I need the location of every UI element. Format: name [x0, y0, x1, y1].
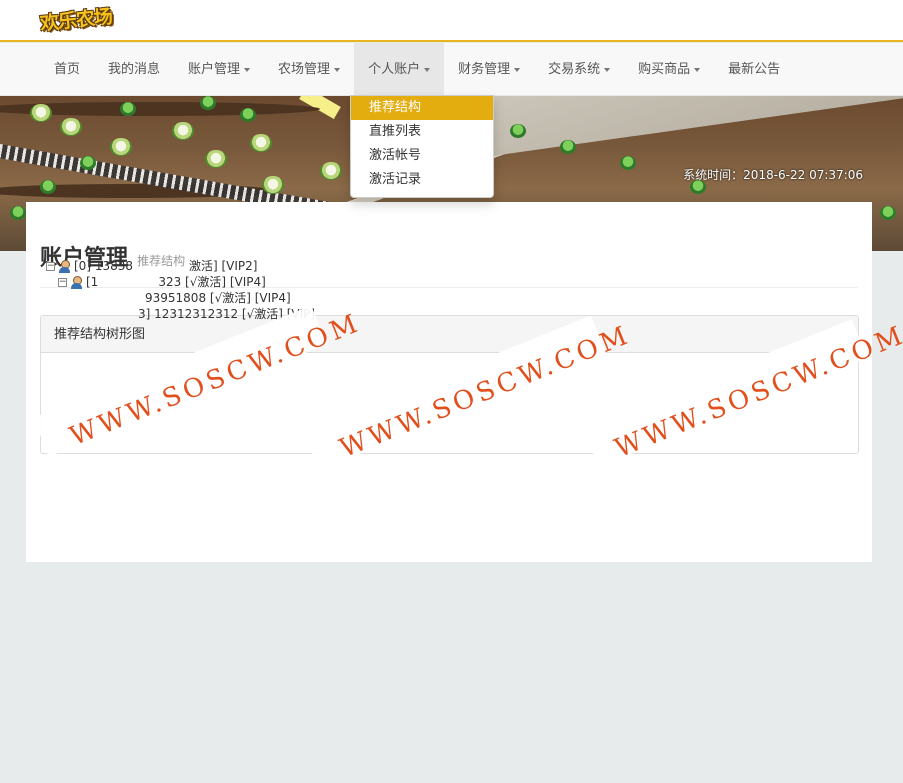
- nav-item-announcements[interactable]: 最新公告: [714, 43, 794, 96]
- referral-tree: − [0] 13838 激活] [VIP2] − [1 323 [√激活] [V…: [46, 258, 315, 322]
- nav-item-label: 我的消息: [108, 62, 161, 77]
- caret-down-icon: [244, 67, 251, 72]
- tree-node[interactable]: 93951808 [√激活] [VIP4]: [46, 290, 315, 306]
- tree-node[interactable]: − [1 323 [√激活] [VIP4]: [46, 274, 315, 290]
- caret-down-icon: [514, 67, 521, 72]
- plant-icon: [560, 140, 576, 154]
- nav-item-label: 财务管理: [458, 62, 511, 77]
- plant-icon: [880, 206, 896, 220]
- cabbage-icon: [250, 134, 272, 152]
- dropdown-item-activation-records[interactable]: 激活记录: [351, 168, 493, 192]
- tree-node[interactable]: − [0] 13838 激活] [VIP2]: [46, 258, 315, 274]
- plant-icon: [200, 96, 216, 110]
- nav-item-label: 农场管理: [278, 62, 331, 77]
- nav-item-buy-goods[interactable]: 购买商品: [624, 43, 714, 96]
- nav-item-label: 个人账户: [368, 62, 421, 77]
- plant-icon: [10, 206, 26, 220]
- dropdown-item-referral-structure[interactable]: 推荐结构: [351, 96, 493, 120]
- caret-down-icon: [694, 67, 701, 72]
- cabbage-icon: [262, 176, 284, 194]
- collapse-icon[interactable]: −: [46, 261, 55, 271]
- plant-icon: [120, 102, 136, 116]
- user-icon: [58, 259, 71, 273]
- system-time: 系统时间：2018-6-22 07:37:06: [683, 168, 863, 182]
- top-header: 欢乐农场: [0, 0, 903, 42]
- tree-node-label: [0] 13838: [74, 259, 133, 273]
- cabbage-icon: [320, 162, 342, 180]
- plant-icon: [240, 108, 256, 122]
- nav-item-home[interactable]: 首页: [40, 43, 94, 96]
- plant-icon: [620, 156, 636, 170]
- nav-item-label: 最新公告: [728, 62, 781, 77]
- tree-node-label: [1: [86, 275, 99, 289]
- user-icon: [70, 275, 83, 289]
- caret-down-icon: [334, 67, 341, 72]
- nav-item-label: 账户管理: [188, 62, 241, 77]
- nav-item-personal-account[interactable]: 个人账户: [354, 43, 445, 96]
- nav-item-trading[interactable]: 交易系统: [534, 43, 624, 96]
- site-logo[interactable]: 欢乐农场: [39, 4, 120, 36]
- caret-down-icon: [424, 67, 431, 72]
- nav-item-finance[interactable]: 财务管理: [444, 43, 534, 96]
- main-navbar: 首页 我的消息 账户管理 农场管理 个人账户 财务管理 交易系统 购买商品 最新…: [0, 43, 903, 96]
- nav-item-label: 交易系统: [548, 62, 601, 77]
- nav-item-farm-management[interactable]: 农场管理: [264, 43, 354, 96]
- cabbage-icon: [172, 122, 194, 140]
- nav-item-messages[interactable]: 我的消息: [94, 43, 174, 96]
- collapse-icon[interactable]: −: [58, 277, 67, 287]
- plant-icon: [40, 180, 56, 194]
- nav-item-label: 首页: [54, 62, 81, 77]
- tree-node-status: 323 [√激活] [VIP4]: [158, 275, 266, 289]
- plant-icon: [510, 124, 526, 138]
- nav-item-label: 购买商品: [638, 62, 691, 77]
- caret-down-icon: [604, 67, 611, 72]
- nav-menu: 首页 我的消息 账户管理 农场管理 个人账户 财务管理 交易系统 购买商品 最新…: [40, 43, 794, 96]
- tree-node-status: 激活] [VIP2]: [189, 259, 258, 273]
- nav-item-account-management[interactable]: 账户管理: [174, 43, 264, 96]
- cabbage-icon: [110, 138, 132, 156]
- tree-node-status: 93951808 [√激活] [VIP4]: [145, 291, 291, 305]
- cabbage-icon: [60, 118, 82, 136]
- dropdown-item-activate-account[interactable]: 激活帐号: [351, 144, 493, 168]
- plant-icon: [80, 156, 96, 170]
- cabbage-icon: [205, 150, 227, 168]
- logo-text: 欢乐农场: [39, 5, 113, 36]
- personal-account-dropdown: 推荐结构 直推列表 激活帐号 激活记录: [350, 95, 494, 198]
- dropdown-item-direct-referrals[interactable]: 直推列表: [351, 120, 493, 144]
- cabbage-icon: [30, 104, 52, 122]
